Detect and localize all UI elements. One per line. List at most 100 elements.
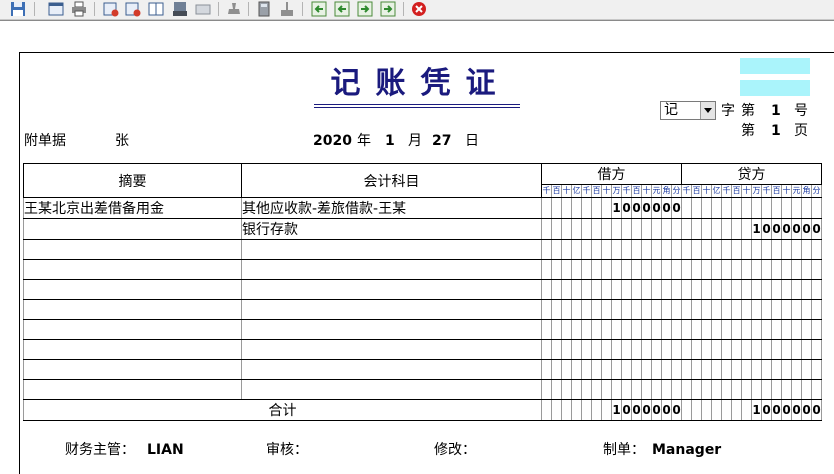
debit-digit[interactable] xyxy=(661,339,672,360)
credit-digit[interactable] xyxy=(681,319,692,340)
credit-digit[interactable] xyxy=(801,319,812,340)
debit-digit[interactable] xyxy=(541,319,552,340)
credit-digit[interactable] xyxy=(761,359,772,380)
debit-digit[interactable] xyxy=(581,319,592,340)
credit-digit[interactable] xyxy=(781,299,792,320)
first-icon[interactable] xyxy=(311,1,327,17)
debit-digit[interactable] xyxy=(581,259,592,280)
credit-digit[interactable] xyxy=(791,319,802,340)
debit-digit[interactable] xyxy=(631,299,642,320)
debit-digit[interactable] xyxy=(631,379,642,400)
debit-digit[interactable] xyxy=(671,379,682,400)
credit-digit[interactable] xyxy=(781,379,792,400)
debit-digit[interactable] xyxy=(621,339,632,360)
debit-digit[interactable] xyxy=(601,218,612,240)
debit-digit[interactable] xyxy=(561,239,572,260)
credit-digit[interactable] xyxy=(711,197,722,219)
credit-digit[interactable] xyxy=(771,239,782,260)
debit-digit[interactable] xyxy=(551,299,562,320)
debit-digit[interactable] xyxy=(581,239,592,260)
credit-digit[interactable] xyxy=(741,218,752,240)
debit-digit[interactable] xyxy=(571,359,582,380)
debit-digit[interactable] xyxy=(571,197,582,219)
credit-digit[interactable] xyxy=(731,239,742,260)
credit-digit[interactable]: 1 xyxy=(751,218,762,240)
debit-digit[interactable] xyxy=(651,379,662,400)
credit-digit[interactable] xyxy=(731,339,742,360)
total-debit-digit[interactable] xyxy=(581,399,592,421)
credit-digit[interactable] xyxy=(811,259,822,280)
debit-digit[interactable]: 0 xyxy=(621,197,632,219)
row-subject[interactable] xyxy=(241,379,542,400)
credit-digit[interactable] xyxy=(731,197,742,219)
debit-digit[interactable] xyxy=(561,359,572,380)
credit-digit[interactable] xyxy=(741,359,752,380)
total-credit-digit[interactable]: 0 xyxy=(791,399,802,421)
total-credit-digit[interactable]: 0 xyxy=(781,399,792,421)
credit-digit[interactable] xyxy=(721,197,732,219)
credit-digit[interactable] xyxy=(731,359,742,380)
debit-digit[interactable] xyxy=(651,218,662,240)
credit-digit[interactable] xyxy=(781,239,792,260)
debit-digit[interactable] xyxy=(571,239,582,260)
debit-digit[interactable] xyxy=(611,259,622,280)
credit-digit[interactable] xyxy=(801,379,812,400)
credit-digit[interactable] xyxy=(711,218,722,240)
debit-digit[interactable] xyxy=(661,259,672,280)
debit-digit[interactable] xyxy=(551,319,562,340)
credit-digit[interactable] xyxy=(721,218,732,240)
total-credit-digit[interactable] xyxy=(731,399,742,421)
debit-digit[interactable] xyxy=(581,299,592,320)
credit-digit[interactable] xyxy=(801,359,812,380)
credit-digit[interactable] xyxy=(721,259,732,280)
credit-digit[interactable] xyxy=(721,279,732,300)
debit-digit[interactable] xyxy=(661,218,672,240)
debit-digit[interactable] xyxy=(581,279,592,300)
debit-digit[interactable] xyxy=(591,359,602,380)
debit-digit[interactable] xyxy=(671,259,682,280)
debit-digit[interactable] xyxy=(631,359,642,380)
credit-digit[interactable] xyxy=(681,379,692,400)
debit-digit[interactable] xyxy=(631,279,642,300)
debit-digit[interactable] xyxy=(651,299,662,320)
debit-digit[interactable] xyxy=(661,299,672,320)
debit-digit[interactable] xyxy=(551,197,562,219)
debit-digit[interactable] xyxy=(571,319,582,340)
credit-digit[interactable] xyxy=(761,279,772,300)
debit-digit[interactable] xyxy=(561,218,572,240)
debit-digit[interactable] xyxy=(561,197,572,219)
row-summary[interactable] xyxy=(23,379,242,400)
debit-digit[interactable] xyxy=(661,379,672,400)
debit-digit[interactable] xyxy=(621,218,632,240)
credit-digit[interactable] xyxy=(751,259,762,280)
debit-digit[interactable] xyxy=(591,259,602,280)
preview-icon[interactable] xyxy=(48,1,64,17)
prev-icon[interactable] xyxy=(334,1,350,17)
debit-digit[interactable] xyxy=(671,239,682,260)
credit-digit[interactable] xyxy=(751,319,762,340)
credit-digit[interactable] xyxy=(771,319,782,340)
credit-digit[interactable] xyxy=(761,259,772,280)
debit-digit[interactable] xyxy=(651,259,662,280)
credit-digit[interactable] xyxy=(791,359,802,380)
row-subject[interactable] xyxy=(241,319,542,340)
credit-digit[interactable] xyxy=(801,339,812,360)
credit-digit[interactable] xyxy=(691,218,702,240)
credit-digit[interactable] xyxy=(711,239,722,260)
credit-digit[interactable] xyxy=(681,339,692,360)
debit-digit[interactable] xyxy=(601,197,612,219)
debit-digit[interactable] xyxy=(641,279,652,300)
credit-digit[interactable] xyxy=(811,379,822,400)
credit-digit[interactable] xyxy=(781,319,792,340)
row-summary[interactable] xyxy=(23,339,242,360)
credit-digit[interactable] xyxy=(771,279,782,300)
credit-digit[interactable] xyxy=(761,197,772,219)
row-subject[interactable] xyxy=(241,259,542,280)
credit-digit[interactable] xyxy=(691,339,702,360)
row-summary[interactable] xyxy=(23,279,242,300)
row-summary[interactable] xyxy=(23,239,242,260)
total-credit-digit[interactable]: 0 xyxy=(761,399,772,421)
credit-digit[interactable] xyxy=(731,379,742,400)
credit-digit[interactable] xyxy=(711,259,722,280)
debit-digit[interactable] xyxy=(631,239,642,260)
